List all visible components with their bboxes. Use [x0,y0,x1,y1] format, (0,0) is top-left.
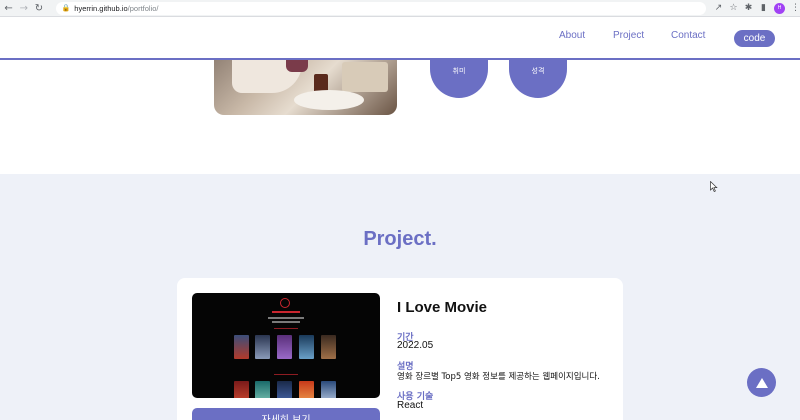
profile-photo [214,60,397,115]
reload-icon[interactable]: ↻ [32,1,45,15]
sidepanel-icon[interactable]: ▮ [759,3,768,13]
personality-label: 성격 [531,67,545,75]
profile-avatar[interactable]: H [774,2,785,14]
mouse-cursor-icon [710,181,718,192]
site-header: About Project Contact code [0,17,800,60]
project-title: I Love Movie [397,299,488,316]
desc-value: 영화 장르별 Top5 영화 정보를 제공하는 웹페이지입니다. [397,372,600,382]
extensions-icon[interactable]: ✱ [744,3,753,13]
personality-circle[interactable]: 성격 [509,60,567,98]
detail-button[interactable]: 자세히 보기 [192,408,380,420]
forward-icon[interactable]: → [17,1,30,15]
about-section: 취미 성격 [0,60,800,174]
hobby-label: 취미 [452,67,466,75]
nav-project[interactable]: Project [613,30,644,41]
browser-toolbar: ← → ↻ 🔒 hyerrin.github.io/portfolio/ ↗ ☆… [0,0,800,17]
project-section: Project. 자세히 보기 I Love Movie 기간 2022.05 … [0,174,800,420]
arrow-up-icon [755,377,768,388]
code-button[interactable]: code [734,30,775,47]
scroll-top-button[interactable] [747,368,776,397]
url-text: hyerrin.github.io/portfolio/ [74,3,159,13]
nav-about[interactable]: About [559,30,585,41]
period-value: 2022.05 [397,340,434,351]
section-title: Project. [363,228,437,250]
project-thumbnail [192,293,380,398]
star-icon[interactable]: ☆ [729,3,738,13]
project-card: 자세히 보기 I Love Movie 기간 2022.05 설명 영화 장르별… [177,278,623,420]
nav-contact[interactable]: Contact [671,30,705,41]
tech-value: React [397,400,424,411]
address-bar[interactable]: 🔒 hyerrin.github.io/portfolio/ [55,1,706,15]
back-icon[interactable]: ← [2,1,15,15]
menu-dots-icon[interactable]: ⋮ [791,3,800,13]
lock-icon: 🔒 [61,4,71,12]
hobby-circle[interactable]: 취미 [430,60,488,98]
share-icon[interactable]: ↗ [714,3,723,13]
